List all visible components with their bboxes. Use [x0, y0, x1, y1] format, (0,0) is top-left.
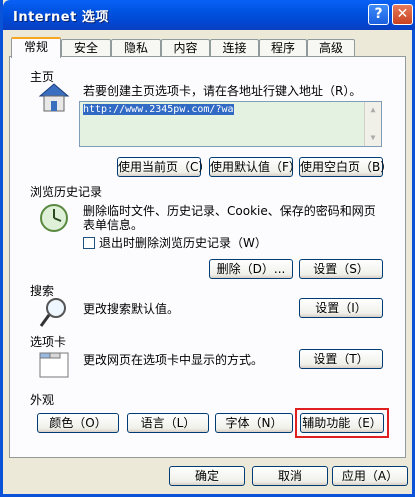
highlight-annotation	[295, 408, 389, 438]
house-icon	[38, 83, 70, 112]
delete-on-exit-label[interactable]: 退出时删除浏览历史记录（W）	[99, 236, 267, 250]
tab-advanced[interactable]: 高级	[307, 39, 355, 56]
textarea-scrollbar[interactable]: ▲ ▼	[364, 102, 381, 146]
search-settings-button[interactable]: 设置（I）	[299, 298, 383, 318]
search-magnifier-icon	[39, 298, 66, 327]
appearance-section-label: 外观	[30, 393, 55, 407]
use-blank-button[interactable]: 使用空白页（B）	[299, 157, 392, 177]
home-description: 若要创建主页选项卡，请在各地址行键入地址（R）。	[83, 84, 362, 98]
languages-button[interactable]: 语言（L）	[127, 413, 209, 433]
history-section-label: 浏览历史记录	[30, 185, 103, 199]
home-url-textarea[interactable]: http://www.2345pw.com/?wa ▲ ▼	[79, 101, 382, 147]
history-clock-icon	[40, 204, 68, 232]
search-description: 更改搜索默认值。	[83, 302, 180, 316]
window-title: Internet 选项	[13, 10, 109, 25]
use-current-button[interactable]: 使用当前页（C）	[117, 157, 210, 177]
apply-button[interactable]: 应用（A）	[332, 466, 408, 486]
home-url-value: http://www.2345pw.com/?wa	[83, 104, 234, 115]
close-button[interactable]: ✕	[392, 4, 413, 25]
delete-history-button[interactable]: 删除（D）...	[209, 259, 293, 279]
scroll-down-icon[interactable]: ▼	[367, 132, 379, 144]
fonts-button[interactable]: 字体（N）	[215, 413, 293, 433]
internet-options-dialog: Internet 选项 ? ✕ 常规 安全 隐私 内容 连接 程序 高级 主页 …	[0, 0, 415, 497]
use-default-button[interactable]: 使用默认值（F）	[209, 157, 301, 177]
tab-security[interactable]: 安全	[61, 39, 111, 56]
cancel-button[interactable]: 取消	[252, 466, 328, 486]
tab-privacy[interactable]: 隐私	[111, 39, 161, 56]
history-description-line2: 表单信息。	[83, 218, 144, 232]
tab-content[interactable]: 内容	[161, 39, 210, 56]
tabs-section-label: 选项卡	[30, 335, 67, 349]
title-bar: Internet 选项 ? ✕	[3, 0, 415, 30]
ok-button[interactable]: 确定	[169, 466, 245, 486]
colors-button[interactable]: 颜色（O）	[37, 413, 119, 433]
history-description-line1: 删除临时文件、历史记录、Cookie、保存的密码和网页	[83, 204, 376, 218]
tabs-settings-button[interactable]: 设置（T）	[299, 349, 383, 369]
tab-general[interactable]: 常规	[11, 37, 61, 58]
delete-on-exit-checkbox[interactable]	[83, 237, 95, 249]
help-button[interactable]: ?	[368, 4, 389, 25]
tabs-description: 更改网页在选项卡中显示的方式。	[83, 353, 264, 367]
tab-programs[interactable]: 程序	[259, 39, 307, 56]
tab-connections[interactable]: 连接	[210, 39, 259, 56]
scroll-up-icon[interactable]: ▲	[367, 104, 379, 116]
tabs-window-icon	[39, 352, 69, 378]
history-settings-button[interactable]: 设置（S）	[299, 259, 383, 279]
